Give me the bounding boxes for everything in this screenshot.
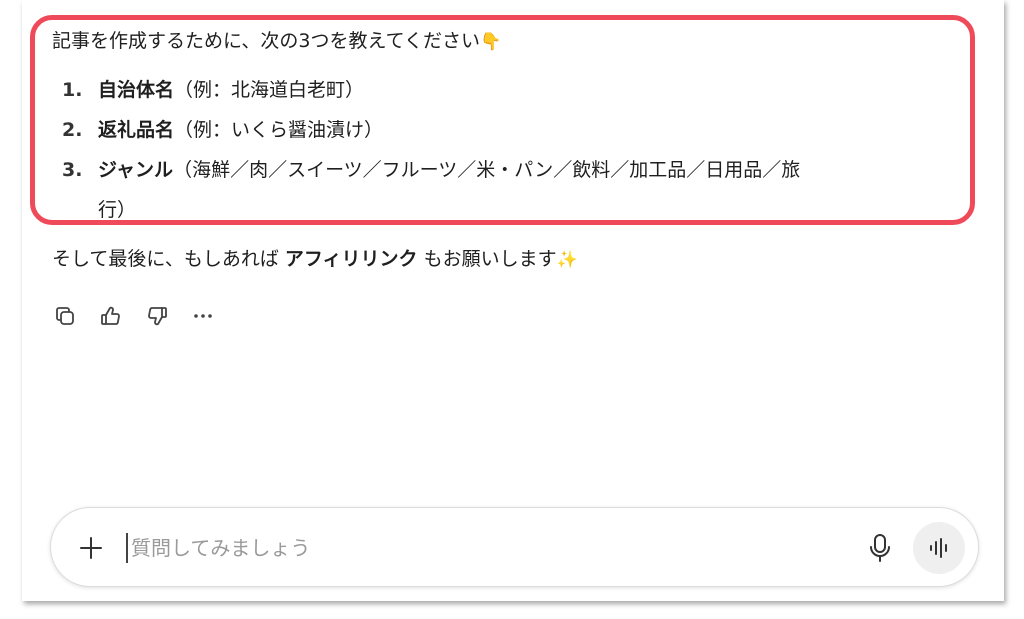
message-closing: そして最後に、もしあれば アフィリリンク もお願いします✨ bbox=[52, 246, 578, 273]
list-term: 返礼品名 bbox=[98, 119, 175, 141]
more-options-button[interactable] bbox=[190, 303, 216, 329]
closing-text: そして最後に、もしあれば bbox=[52, 248, 285, 270]
text-cursor bbox=[126, 533, 128, 563]
microphone-button[interactable] bbox=[865, 532, 895, 564]
more-options-icon bbox=[194, 314, 212, 318]
microphone-icon bbox=[870, 534, 890, 562]
chat-composer bbox=[50, 507, 979, 587]
pointing-down-emoji-icon: 👇 bbox=[480, 32, 502, 52]
closing-suffix-text: もお願いします bbox=[417, 248, 557, 270]
message-actions bbox=[52, 303, 216, 329]
waveform-icon bbox=[930, 538, 947, 558]
list-item: 2. 返礼品名（例：いくら醤油漬け） bbox=[52, 110, 952, 150]
closing-bold-text: アフィリリンク bbox=[284, 248, 418, 270]
intro-text: 記事を作成するために、次の3つを教えてください bbox=[52, 30, 480, 52]
copy-icon bbox=[56, 307, 74, 325]
list-term: 自治体名 bbox=[98, 79, 175, 101]
list-item: 1. 自治体名（例：北海道白老町） bbox=[52, 70, 952, 110]
list-item: 3. ジャンル（海鮮／肉／スイーツ／フルーツ／米・パン／飲料／加工品／日用品／旅… bbox=[52, 150, 952, 230]
voice-mode-button[interactable] bbox=[913, 522, 965, 574]
request-list: 1. 自治体名（例：北海道白老町） 2. 返礼品名（例：いくら醤油漬け） 3. … bbox=[52, 70, 952, 230]
list-number: 3. bbox=[62, 159, 83, 181]
thumbs-down-icon bbox=[148, 307, 167, 326]
list-term: ジャンル bbox=[98, 159, 174, 181]
copy-button[interactable] bbox=[52, 303, 78, 329]
message-intro: 記事を作成するために、次の3つを教えてください👇 bbox=[52, 28, 501, 55]
chat-input[interactable] bbox=[131, 528, 831, 568]
thumbs-up-button[interactable] bbox=[98, 303, 124, 329]
list-detail: （海鮮／肉／スイーツ／フルーツ／米・パン／飲料／加工品／日用品／旅 bbox=[173, 159, 801, 181]
thumbs-down-button[interactable] bbox=[144, 303, 170, 329]
list-detail: （例：北海道白老町） bbox=[174, 79, 365, 101]
plus-icon bbox=[80, 537, 102, 559]
add-attachment-button[interactable] bbox=[77, 534, 105, 562]
list-detail: （例：いくら醤油漬け） bbox=[174, 119, 384, 141]
list-number: 2. bbox=[62, 119, 83, 141]
sparkles-emoji-icon: ✨ bbox=[556, 250, 578, 270]
list-detail-continued: 行） bbox=[98, 199, 137, 221]
list-number: 1. bbox=[62, 79, 83, 101]
thumbs-up-icon bbox=[101, 306, 120, 325]
